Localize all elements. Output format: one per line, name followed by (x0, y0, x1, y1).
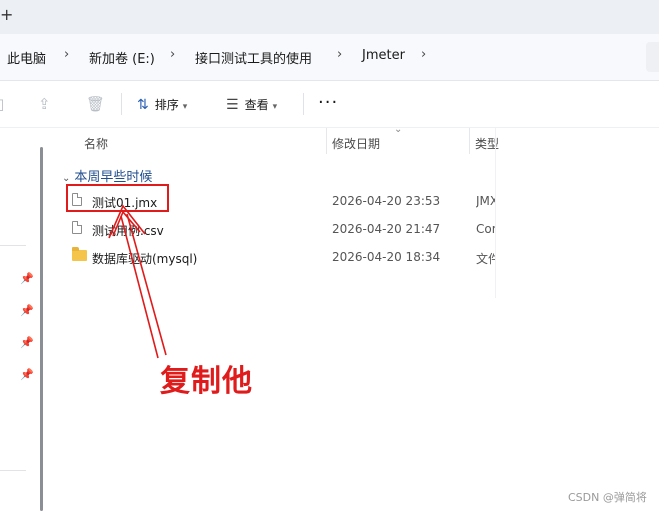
list-item[interactable]: 数据库驱动(mysql) 2026-04-20 18:34 文件 (50, 244, 659, 270)
group-header[interactable]: ⌄ 本周早些时候 (62, 166, 152, 185)
file-type: JMX (476, 194, 495, 208)
file-type: 文件 (476, 252, 495, 266)
folder-icon (72, 247, 87, 265)
new-tab-button[interactable]: + (0, 5, 13, 24)
breadcrumb-separator-icon[interactable]: › (421, 47, 426, 62)
view-icon: ☰ (226, 97, 239, 113)
sort-icon: ⇅ (137, 97, 149, 113)
column-separator[interactable] (326, 128, 327, 154)
sort-indicator-icon: ⌄ (394, 124, 403, 135)
group-label: 本周早些时候 (74, 170, 153, 185)
column-separator[interactable] (469, 128, 470, 154)
tab-strip: + (0, 0, 659, 34)
chevron-down-icon: ⌄ (62, 173, 71, 184)
chevron-down-icon: ▾ (182, 102, 188, 112)
column-header-name[interactable]: 名称 (84, 135, 108, 152)
breadcrumb: 此电脑 › 新加卷 (E:) › 接口测试工具的使用 › Jmeter › (0, 34, 659, 81)
list-item[interactable]: 测试用例.csv 2026-04-20 21:47 Com (50, 216, 659, 242)
pin-icon[interactable]: 📌 (20, 368, 34, 381)
highlight-box (66, 184, 169, 212)
delete-icon[interactable]: 🗑 (86, 95, 105, 113)
watermark: CSDN @弹简将 (568, 491, 647, 504)
rename-icon[interactable]: ▯ (0, 95, 4, 113)
more-options-button[interactable]: ··· (318, 92, 338, 113)
toolbar-divider (303, 93, 304, 115)
pin-icon[interactable]: 📌 (20, 272, 34, 285)
breadcrumb-separator-icon[interactable]: › (64, 47, 69, 62)
view-button[interactable]: ☰ 查看 ▾ (226, 96, 277, 113)
column-header-date[interactable]: 修改日期 (332, 135, 380, 152)
pin-icon[interactable]: 📌 (20, 304, 34, 317)
sort-label: 排序 (154, 98, 179, 112)
chevron-down-icon: ▾ (272, 102, 278, 112)
file-date: 2026-04-20 21:47 (332, 222, 441, 236)
file-name: 数据库驱动(mysql) (92, 252, 198, 266)
file-name: 测试用例.csv (92, 224, 164, 238)
nav-scrollbar[interactable] (40, 147, 43, 511)
breadcrumb-folder-jmeter[interactable]: Jmeter (362, 48, 405, 63)
nav-divider (0, 470, 26, 471)
breadcrumb-folder-tools[interactable]: 接口测试工具的使用 (195, 48, 312, 67)
breadcrumb-separator-icon[interactable]: › (170, 47, 175, 62)
nav-divider (0, 245, 26, 246)
file-date: 2026-04-20 18:34 (332, 250, 441, 264)
share-icon[interactable]: ⇪ (38, 95, 51, 113)
pane-divider (495, 128, 496, 298)
breadcrumb-drive-e[interactable]: 新加卷 (E:) (89, 48, 155, 67)
breadcrumb-separator-icon[interactable]: › (337, 47, 342, 62)
search-box[interactable] (646, 42, 659, 72)
breadcrumb-this-pc[interactable]: 此电脑 (7, 48, 46, 67)
toolbar-divider (121, 93, 122, 115)
file-type: Com (476, 222, 495, 236)
pin-icon[interactable]: 📌 (20, 336, 34, 349)
sort-button[interactable]: ⇅ 排序 ▾ (137, 96, 187, 113)
command-bar: ▯ ⇪ 🗑 ⇅ 排序 ▾ ☰ 查看 ▾ ··· (0, 81, 659, 128)
view-label: 查看 (244, 98, 269, 112)
annotation-label: 复制他 (160, 364, 253, 399)
file-icon (72, 221, 82, 238)
file-date: 2026-04-20 23:53 (332, 194, 441, 208)
